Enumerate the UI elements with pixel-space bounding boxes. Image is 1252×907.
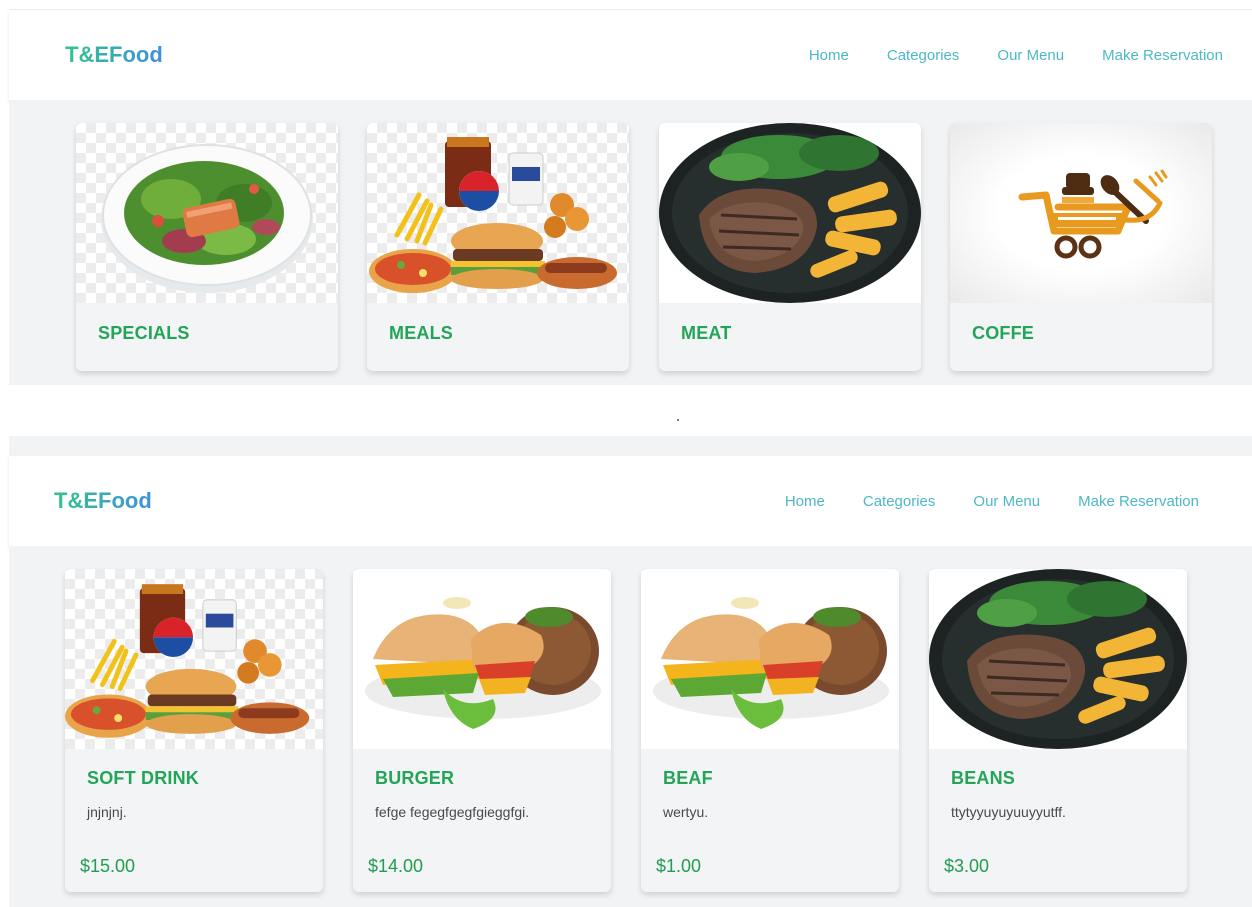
nav-home[interactable]: Home	[785, 493, 825, 510]
brand-logo[interactable]: T&EFood	[65, 10, 163, 100]
category-card-coffe[interactable]: COFFE	[950, 123, 1212, 371]
screenshot-categories: T&EFood Home Categories Our Menu Make Re…	[9, 0, 1252, 386]
separator-dot	[677, 419, 679, 421]
card-price: $3.00	[944, 856, 990, 876]
card-title: BEANS	[951, 768, 1016, 788]
nav-categories[interactable]: Categories	[887, 47, 960, 64]
nav-links: Home Categories Our Menu Make Reservatio…	[785, 456, 1199, 546]
nav-home[interactable]: Home	[809, 47, 849, 64]
food-cart-logo-icon	[950, 123, 1212, 303]
category-card-specials[interactable]: SPECIALS	[76, 123, 338, 371]
card-title: SPECIALS	[98, 323, 190, 343]
card-description: wertyu.	[663, 804, 709, 820]
card-title: BURGER	[375, 768, 455, 788]
menu-card-beans[interactable]: BEANS ttytyyuyuyuuyyutff. $3.00	[929, 569, 1187, 892]
fastfood-combo-icon	[65, 569, 323, 749]
fastfood-combo-icon	[367, 123, 629, 303]
navbar: T&EFood Home Categories Our Menu Make Re…	[9, 456, 1252, 546]
card-title: MEALS	[389, 323, 453, 343]
category-card-meat[interactable]: MEAT	[659, 123, 921, 371]
card-price: $15.00	[80, 856, 136, 876]
card-description: fefge fegegfgegfgieggfgi.	[375, 804, 530, 820]
menu-card-beaf[interactable]: BEAF wertyu. $1.00	[641, 569, 899, 892]
card-title: SOFT DRINK	[87, 768, 199, 788]
nav-our-menu[interactable]: Our Menu	[997, 47, 1064, 64]
card-price: $1.00	[656, 856, 702, 876]
menu-card-burger[interactable]: BURGER fefge fegegfgegfgieggfgi. $14.00	[353, 569, 611, 892]
steak-plate-icon	[929, 569, 1187, 749]
brand-logo[interactable]: T&EFood	[54, 456, 152, 546]
card-title: BEAF	[663, 768, 713, 788]
nav-our-menu[interactable]: Our Menu	[973, 493, 1040, 510]
sandwich-plate-icon	[641, 569, 899, 749]
menu-card-soft-drink[interactable]: SOFT DRINK jnjnjnj. $15.00	[65, 569, 323, 892]
nav-make-reservation[interactable]: Make Reservation	[1102, 47, 1223, 64]
sandwich-plate-icon	[353, 569, 611, 749]
menu-section: SOFT DRINK jnjnjnj. $15.00 BURGER fefge …	[9, 546, 1252, 907]
category-card-meals[interactable]: MEALS	[367, 123, 629, 371]
card-title: MEAT	[681, 323, 732, 343]
steak-plate-icon	[659, 123, 921, 303]
categories-section: SPECIALS MEALS MEAT COFFE	[9, 100, 1252, 385]
card-price: $14.00	[368, 856, 424, 876]
screenshot-menu: T&EFood Home Categories Our Menu Make Re…	[9, 436, 1252, 907]
nav-links: Home Categories Our Menu Make Reservatio…	[809, 10, 1223, 100]
card-description: jnjnjnj.	[87, 804, 127, 820]
navbar: T&EFood Home Categories Our Menu Make Re…	[9, 10, 1252, 100]
nav-make-reservation[interactable]: Make Reservation	[1078, 493, 1199, 510]
top-fill	[9, 436, 1252, 456]
card-title: COFFE	[972, 323, 1034, 343]
salmon-salad-icon	[76, 123, 338, 303]
card-description: ttytyyuyuyuuyyutff.	[951, 804, 1066, 820]
nav-categories[interactable]: Categories	[863, 493, 936, 510]
